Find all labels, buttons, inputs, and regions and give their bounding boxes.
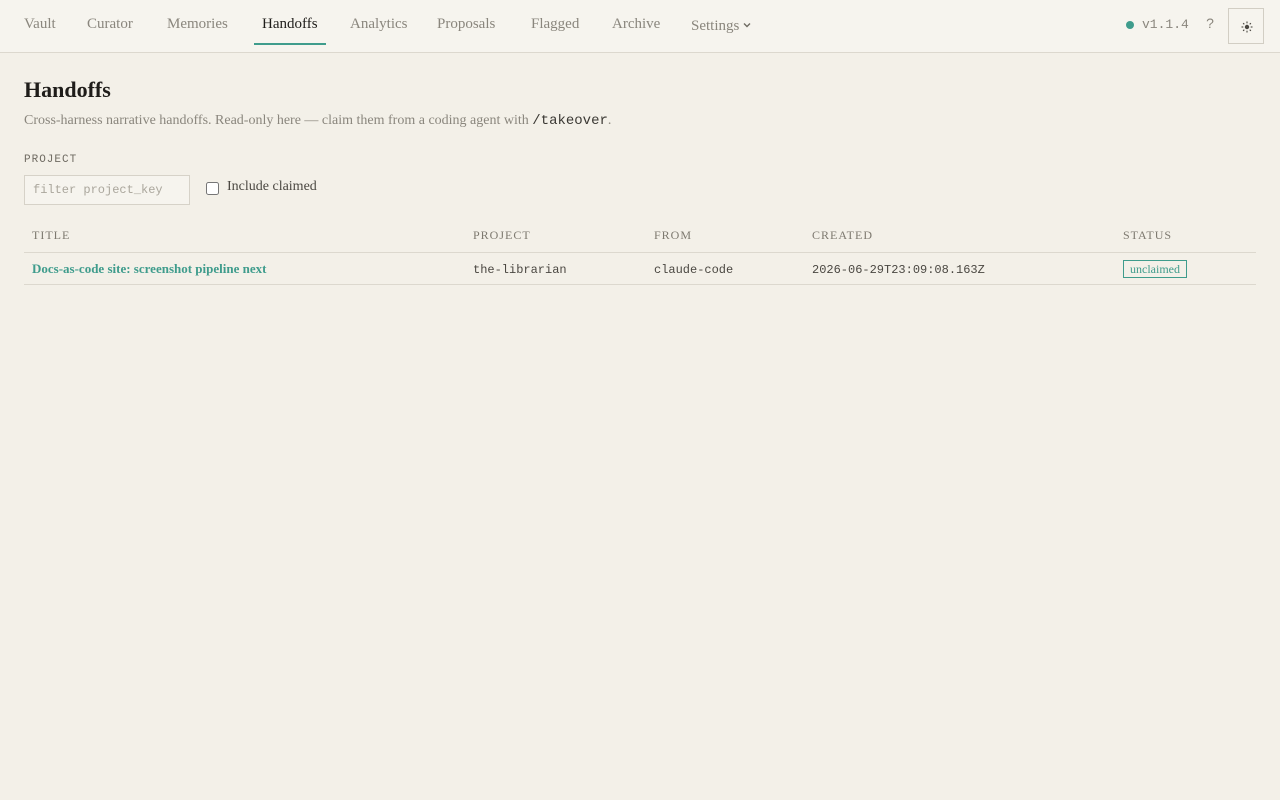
subtitle-end: . [607,113,612,128]
column-header-project: PROJECT [473,228,531,242]
handoffs-table: TITLE PROJECT FROM CREATED STATUS Docs-a… [24,220,1256,285]
version-label: v1.1.4 [1142,17,1189,32]
top-nav: Vault Curator Memories Handoffs Analytic… [0,0,1280,53]
column-header-from: FROM [654,228,693,242]
include-claimed-checkbox[interactable] [206,182,219,195]
page-title: Handoffs [24,77,111,102]
tab-proposals[interactable]: Proposals [437,0,495,45]
page-subtitle: Cross-harness narrative handoffs. Read-o… [24,113,611,129]
status-badge: unclaimed [1123,260,1187,278]
handoff-title-link[interactable]: Docs-as-code site: screenshot pipeline n… [32,261,266,277]
sun-icon [1241,21,1253,33]
status-dot-icon [1126,21,1134,29]
chevron-down-icon [743,0,751,49]
tab-archive[interactable]: Archive [612,0,660,45]
tab-curator[interactable]: Curator [87,0,133,45]
project-filter-label: PROJECT [24,154,78,166]
tab-flagged[interactable]: Flagged [531,0,579,45]
tab-vault[interactable]: Vault [24,0,56,45]
row-from: claude-code [654,263,734,277]
tab-memories[interactable]: Memories [167,0,228,45]
row-created: 2026-06-29T23:09:08.163Z [812,263,985,277]
tab-settings-label: Settings [691,18,740,34]
takeover-command: /takeover [532,113,608,129]
row-project: the-librarian [473,263,567,277]
subtitle-text: Cross-harness narrative handoffs. Read-o… [24,113,533,128]
include-claimed-label[interactable]: Include claimed [227,179,317,195]
tab-analytics[interactable]: Analytics [350,0,408,45]
project-filter-input[interactable] [24,175,190,205]
column-header-created: CREATED [812,228,873,242]
help-button[interactable]: ? [1202,15,1218,35]
tab-settings[interactable]: Settings [691,0,751,45]
column-header-status: STATUS [1123,228,1173,242]
table-header: TITLE PROJECT FROM CREATED STATUS [24,220,1256,253]
tab-handoffs[interactable]: Handoffs [254,0,326,45]
column-header-title: TITLE [32,228,71,242]
theme-toggle-button[interactable] [1228,8,1264,44]
table-row: Docs-as-code site: screenshot pipeline n… [24,253,1256,285]
